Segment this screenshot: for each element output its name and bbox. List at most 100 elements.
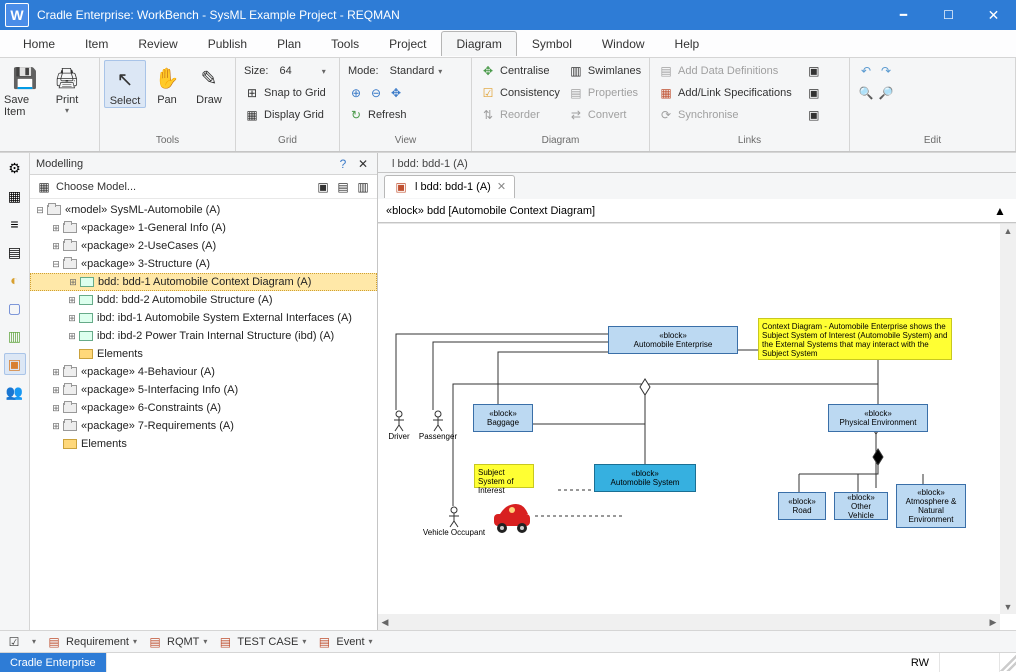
save-item-button[interactable]: 💾Save Item: [4, 60, 46, 118]
tree-twisty[interactable]: ⊞: [66, 295, 78, 306]
menu-item[interactable]: Item: [70, 31, 123, 56]
tree-node[interactable]: ⊞«package» 4-Behaviour (A): [30, 363, 377, 381]
menu-plan[interactable]: Plan: [262, 31, 316, 56]
doc-tab[interactable]: ▣ l bdd: bdd-1 (A) ✕: [384, 175, 515, 198]
tree-twisty[interactable]: ⊞: [66, 313, 78, 324]
model-tree[interactable]: ⊟«model» SysML-Automobile (A)⊞«package» …: [30, 199, 377, 630]
fit-icon[interactable]: ✥: [388, 85, 404, 101]
menu-diagram[interactable]: Diagram: [441, 31, 516, 56]
rail-users-icon[interactable]: 👥: [4, 381, 26, 403]
footer-tab-event[interactable]: ▤Event▾: [316, 634, 372, 650]
rail-grid-icon[interactable]: ▦: [4, 185, 26, 207]
rail-model-icon[interactable]: ▣: [4, 353, 26, 375]
tree-twisty[interactable]: ⊟: [50, 259, 62, 270]
consistency-button[interactable]: ☑Consistency: [476, 82, 564, 104]
choose-model-row[interactable]: ▦ Choose Model... ▣ ▤ ▥: [30, 175, 377, 199]
tree-node[interactable]: ⊟«package» 3-Structure (A): [30, 255, 377, 273]
tree-node[interactable]: ⊞bdd: bdd-2 Automobile Structure (A): [30, 291, 377, 309]
rail-db-icon[interactable]: ≡: [4, 213, 26, 235]
link-icon-1[interactable]: ▣: [806, 63, 822, 79]
footer-icon[interactable]: ☑: [6, 634, 22, 650]
refresh-button[interactable]: ↻Refresh: [344, 104, 446, 126]
tree-twisty[interactable]: ⊞: [50, 385, 62, 396]
tree-node[interactable]: ⊞ibd: ibd-2 Power Train Internal Structu…: [30, 327, 377, 345]
link-icon-3[interactable]: ▣: [806, 107, 822, 123]
tree-node[interactable]: ⊞«package» 5-Interfacing Info (A): [30, 381, 377, 399]
tree-twisty[interactable]: ⊞: [66, 331, 78, 342]
replace-icon[interactable]: 🔎: [878, 85, 894, 101]
close-button[interactable]: ✕: [971, 0, 1016, 30]
scroll-left-button[interactable]: ◀: [378, 615, 392, 629]
tree-twisty[interactable]: ⊞: [50, 223, 62, 234]
tree-twisty[interactable]: ⊞: [50, 421, 62, 432]
footer-tab-rqmt[interactable]: ▤RQMT▾: [147, 634, 207, 650]
rail-notes-icon[interactable]: ▥: [4, 325, 26, 347]
redo-icon[interactable]: ↷: [878, 63, 894, 79]
menu-publish[interactable]: Publish: [193, 31, 262, 56]
car-image[interactable]: [488, 502, 536, 536]
menu-symbol[interactable]: Symbol: [517, 31, 587, 56]
undo-icon[interactable]: ↶: [858, 63, 874, 79]
diagram-canvas[interactable]: «block»Automobile Enterprise «block»Bagg…: [378, 224, 1000, 614]
find-icon[interactable]: 🔍: [858, 85, 874, 101]
draw-tool-button[interactable]: ✎Draw: [188, 60, 230, 106]
block-physenv[interactable]: «block»Physical Environment: [828, 404, 928, 432]
select-tool-button[interactable]: ↖Select: [104, 60, 146, 108]
rail-calendar-icon[interactable]: ▤: [4, 241, 26, 263]
help-icon[interactable]: ?: [335, 156, 351, 172]
grid-size-control[interactable]: Size: 64▾: [240, 60, 330, 82]
scroll-right-button[interactable]: ▶: [986, 615, 1000, 629]
tree-node[interactable]: ⊞bdd: bdd-1 Automobile Context Diagram (…: [30, 273, 377, 291]
resize-grip[interactable]: [1000, 655, 1016, 671]
rail-chart-icon[interactable]: ▢: [4, 297, 26, 319]
add-link-specs-button[interactable]: ▦Add/Link Specifications: [654, 82, 796, 104]
block-road[interactable]: «block»Road: [778, 492, 826, 520]
tree-node[interactable]: ⊞«package» 6-Constraints (A): [30, 399, 377, 417]
scroll-up-icon[interactable]: ▲: [992, 203, 1008, 219]
tree-twisty[interactable]: ⊞: [50, 241, 62, 252]
zoom-in-icon[interactable]: ⊕: [348, 85, 364, 101]
view-icon-2[interactable]: ▤: [335, 179, 351, 195]
note-subject[interactable]: Subject System of Interest: [474, 464, 534, 488]
horizontal-scrollbar[interactable]: ◀ ▶: [378, 614, 1000, 630]
minimize-button[interactable]: ━: [881, 0, 926, 30]
doc-outer-tab[interactable]: l bdd: bdd-1 (A): [384, 156, 476, 172]
block-atmos[interactable]: «block»Atmosphere & Natural Environment: [896, 484, 966, 528]
block-othervehicle[interactable]: «block»Other Vehicle: [834, 492, 888, 520]
print-button[interactable]: 🖨Print▾: [46, 60, 88, 115]
pan-tool-button[interactable]: ✋Pan: [146, 60, 188, 106]
tree-node[interactable]: Elements: [30, 435, 377, 453]
scroll-up-button[interactable]: ▲: [1001, 224, 1015, 238]
display-grid-button[interactable]: ▦Display Grid: [240, 104, 330, 126]
tree-node[interactable]: Elements: [30, 345, 377, 363]
view-icon-1[interactable]: ▣: [315, 179, 331, 195]
menu-window[interactable]: Window: [587, 31, 660, 56]
swimlanes-button[interactable]: ▥Swimlanes: [564, 60, 645, 82]
tree-twisty[interactable]: ⊞: [50, 403, 62, 414]
tree-node[interactable]: ⊞«package» 1-General Info (A): [30, 219, 377, 237]
block-enterprise[interactable]: «block»Automobile Enterprise: [608, 326, 738, 354]
rail-gear-icon[interactable]: ⚙: [4, 157, 26, 179]
menu-project[interactable]: Project: [374, 31, 441, 56]
snap-to-grid-button[interactable]: ⊞Snap to Grid: [240, 82, 330, 104]
zoom-out-icon[interactable]: ⊖: [368, 85, 384, 101]
block-autosys[interactable]: «block»Automobile System: [594, 464, 696, 492]
menu-help[interactable]: Help: [660, 31, 715, 56]
footer-tab-test-case[interactable]: ▤TEST CASE▾: [217, 634, 306, 650]
maximize-button[interactable]: ☐: [926, 0, 971, 30]
zoom-controls[interactable]: ⊕ ⊖ ✥: [344, 82, 446, 104]
tree-twisty[interactable]: ⊞: [50, 367, 62, 378]
menu-review[interactable]: Review: [123, 31, 192, 56]
vertical-scrollbar[interactable]: ▲ ▼: [1000, 224, 1016, 614]
footer-tab-requirement[interactable]: ▤Requirement▾: [46, 634, 137, 650]
tab-close-icon[interactable]: ✕: [497, 180, 506, 193]
edit-row-2[interactable]: 🔍🔎: [854, 82, 898, 104]
tree-node[interactable]: ⊞«package» 7-Requirements (A): [30, 417, 377, 435]
centralise-button[interactable]: ✥Centralise: [476, 60, 564, 82]
actor-driver[interactable]: Driver: [384, 410, 414, 441]
rail-lock-icon[interactable]: ◐: [4, 269, 26, 291]
tree-twisty[interactable]: ⊟: [34, 205, 46, 216]
menu-tools[interactable]: Tools: [316, 31, 374, 56]
tree-node[interactable]: ⊞ibd: ibd-1 Automobile System External I…: [30, 309, 377, 327]
note-context[interactable]: Context Diagram - Automobile Enterprise …: [758, 318, 952, 360]
